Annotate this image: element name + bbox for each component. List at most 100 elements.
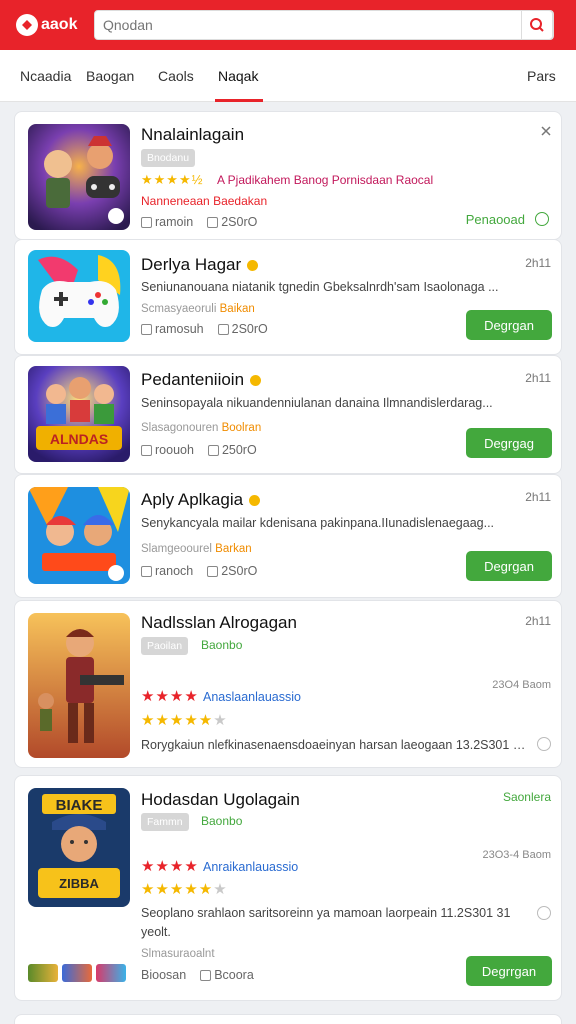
size-icon [217,323,229,335]
tab-ncaadia[interactable]: Ncaadia [20,50,71,102]
download-count: roouoh [155,443,194,457]
app-description-cont: yeolt. [141,925,171,939]
app-subinfo: Slamgeoourel Barkan [141,543,252,555]
status-dot [250,375,262,387]
size-icon [207,216,219,228]
app-card[interactable]: BIAKE ZIBBA Hodasdan Ugolagain Saonlera … [14,775,562,1001]
app-title[interactable]: Hodasdan Ugolagain [141,790,300,810]
app-title[interactable]: Nadlsslan Alrogagan [141,613,297,633]
download-count: ramoin [155,215,194,229]
app-card[interactable]: ALNDAS Pedanteniioin 2h11 Seninsopayala … [14,355,562,474]
screenshot-thumb[interactable] [62,964,92,982]
search-button[interactable] [521,10,553,40]
update-time: 2h11 [525,614,551,628]
star-rating-red: ★★★★ [141,858,199,875]
category-tabs: Ncaadia Baogan Caols Naqak Pars [0,50,576,102]
file-size: Bcoora [214,968,254,982]
screenshot-strip[interactable] [28,964,126,982]
app-thumbnail [28,124,130,230]
sub-label: Slamgeoourel [141,543,212,555]
sub-highlight: Baikan [219,303,255,315]
app-meta: ramosuh 2S0rO [141,322,268,336]
app-description: Rorygkaiun nlefkinasenaensdoaeinyan hars… [141,738,526,752]
status-badge: Saonlera [502,790,551,804]
tab-baogan[interactable]: Baogan [86,50,134,102]
svg-text:ALNDAS: ALNDAS [50,431,108,447]
svg-text:BIAKE: BIAKE [56,797,103,814]
download-button[interactable]: Degrgan [466,310,552,340]
svg-text:ZIBBA: ZIBBA [59,876,99,891]
app-thumbnail: ALNDAS [28,366,130,462]
install-status-icon[interactable] [535,212,549,226]
app-subinfo: Slasagonouren Boolran [141,422,261,434]
app-meta: Bioosan Bcoora [141,968,254,982]
screenshot-thumb[interactable] [28,964,58,982]
search-input[interactable] [103,11,513,39]
app-title[interactable]: Pedanteniioin [141,370,262,390]
file-size: 250rO [221,443,257,457]
install-link[interactable]: Penaooad [466,212,525,227]
download-button[interactable]: Degrgan [466,551,552,581]
file-size: 2S0rO [231,322,268,336]
download-icon [141,565,152,577]
app-card[interactable] [14,1014,562,1024]
star-rating: ★★★★★★ [141,881,228,898]
app-description: Senykancyala mailar kdenisana pakinpana.… [141,516,495,530]
app-tag: Bnodanu [141,149,196,167]
sub-label: Scmasyaeoruli [141,303,217,315]
sub-label: Slasagonouren [141,422,219,434]
status-dot [249,495,261,507]
logo-text: aaok [41,16,78,33]
app-title[interactable]: Derlya Hagar [141,255,259,275]
app-tag-green: Baonbo [201,638,243,652]
app-title[interactable]: Aply Aplkagia [141,490,261,510]
rating-label: Anaslaanlauassio [203,690,301,704]
tab-pars[interactable]: Pars [527,50,556,102]
download-count: Bioosan [141,968,187,982]
info-icon[interactable] [537,906,551,920]
app-description: Seniunanouana niatanik tgnedin Gbeksalnr… [141,280,499,294]
app-card[interactable]: Nnalainlagain Bnodanu ★★★★½ A Pjadikahem… [14,111,562,240]
download-button[interactable]: Degrrgan [466,956,552,986]
app-thumbnail [28,487,130,584]
download-icon [141,444,152,456]
app-thumbnail [28,250,130,342]
download-count: ranoch [155,564,194,578]
app-meta: ramoin 2S0rO [141,215,257,229]
top-bar: aaok [0,0,576,50]
app-logo[interactable]: aaok [16,13,77,37]
download-icon [141,216,152,228]
app-tag: Paoilan [141,637,189,655]
info-icon[interactable] [537,737,551,751]
close-icon[interactable] [541,126,551,136]
sub-highlight: Barkan [215,543,252,555]
file-size: 2S0rO [221,215,258,229]
size-icon [207,565,219,577]
status-dot [247,260,259,272]
app-card[interactable]: Derlya Hagar 2h11 Seniunanouana niatanik… [14,239,562,355]
sub-highlight: Boolran [221,422,262,434]
star-rating-red: ★★★★ [141,688,199,705]
file-size: 2S0rO [221,564,258,578]
app-title[interactable]: Nnalainlagain [141,125,244,145]
app-description: Seoplano srahlaon saritsoreinn ya mamoan… [141,906,511,920]
search-icon [530,18,544,32]
tab-naqak[interactable]: Naqak [218,50,258,102]
download-button[interactable]: Degrgag [466,428,552,458]
size-icon [207,444,219,456]
app-tag: Fammn [141,813,189,831]
app-meta: roouoh 250rO [141,443,257,457]
app-card[interactable]: Nadlsslan Alrogagan 2h11 Paoilan Baonbo … [14,600,562,768]
rating-label: Anraikanlauassio [203,860,299,874]
app-card[interactable]: Aply Aplkagia 2h11 Senykancyala mailar k… [14,474,562,598]
search-bar [94,10,554,40]
tab-caols[interactable]: Caols [158,50,194,102]
app-thumbnail [28,613,130,758]
app-subinfo: Scmasyaeoruli Baikan [141,303,255,315]
update-time: 2h11 [525,256,551,270]
screenshot-thumb[interactable] [96,964,126,982]
app-title-text: Pedanteniioin [141,370,245,389]
rating-text: A Pjadikahem Banog Pornisdaan Raocal [217,173,434,187]
star-rating: ★★★★★★ [141,712,228,729]
download-count: ramosuh [155,322,204,336]
